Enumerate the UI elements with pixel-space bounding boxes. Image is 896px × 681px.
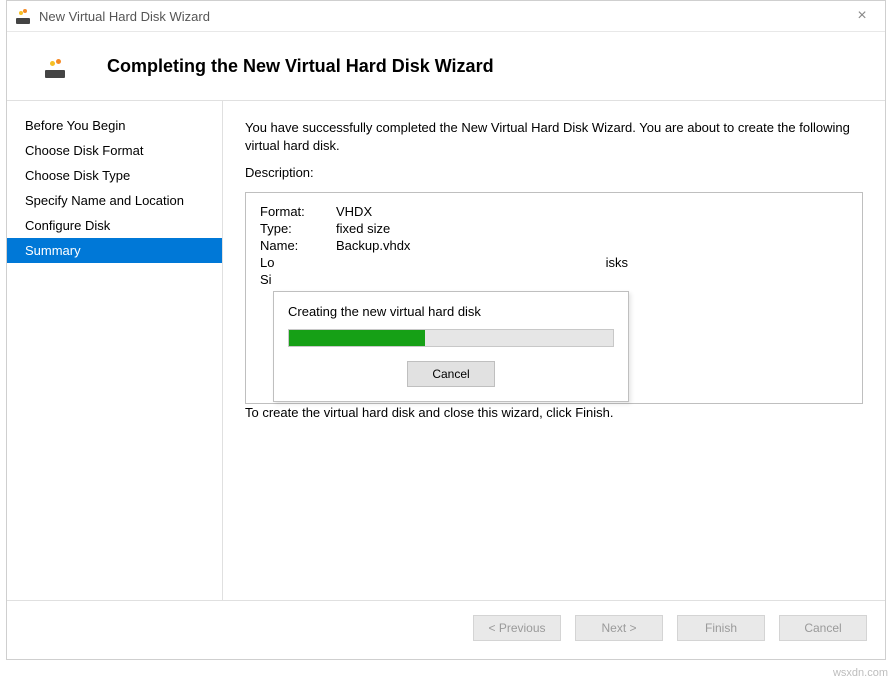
row-format: Format: VHDX [260,203,848,220]
description-label: Description: [245,164,863,182]
wizard-icon [43,54,67,78]
progress-fill [289,330,425,346]
row-size: Si [260,271,848,288]
finish-button[interactable]: Finish [677,615,765,641]
progress-cancel-button[interactable]: Cancel [407,361,495,387]
previous-button[interactable]: < Previous [473,615,561,641]
watermark: wsxdn.com [833,667,888,679]
sidebar-item-specify-name-location[interactable]: Specify Name and Location [7,188,222,213]
progress-bar [288,329,614,347]
value-name: Backup.vhdx [336,238,410,253]
wizard-window: New Virtual Hard Disk Wizard × Completin… [6,0,886,660]
value-location-tail: isks [606,255,848,270]
cancel-button[interactable]: Cancel [779,615,867,641]
titlebar: New Virtual Hard Disk Wizard × [7,1,885,32]
finish-hint: To create the virtual hard disk and clos… [245,404,863,422]
value-type: fixed size [336,221,390,236]
row-name: Name: Backup.vhdx [260,237,848,254]
row-type: Type: fixed size [260,220,848,237]
key-type: Type: [260,221,330,236]
next-button[interactable]: Next > [575,615,663,641]
row-location: Lo isks [260,254,848,271]
app-icon [15,8,31,24]
key-location: Lo [260,255,278,270]
window-title: New Virtual Hard Disk Wizard [39,9,210,24]
sidebar-item-choose-disk-type[interactable]: Choose Disk Type [7,163,222,188]
sidebar-item-before-you-begin[interactable]: Before You Begin [7,113,222,138]
sidebar-item-choose-disk-format[interactable]: Choose Disk Format [7,138,222,163]
key-format: Format: [260,204,330,219]
close-icon[interactable]: × [847,7,877,25]
wizard-header: Completing the New Virtual Hard Disk Wiz… [7,32,885,100]
sidebar-item-configure-disk[interactable]: Configure Disk [7,213,222,238]
key-size: Si [260,272,278,287]
progress-dialog-title: Creating the new virtual hard disk [288,304,614,319]
footer: < Previous Next > Finish Cancel [7,600,885,659]
sidebar-item-summary[interactable]: Summary [7,238,222,263]
progress-dialog: Creating the new virtual hard disk Cance… [273,291,629,402]
key-name: Name: [260,238,330,253]
page-title: Completing the New Virtual Hard Disk Wiz… [107,56,494,77]
intro-text: You have successfully completed the New … [245,119,863,154]
sidebar: Before You Begin Choose Disk Format Choo… [7,101,223,600]
value-format: VHDX [336,204,372,219]
